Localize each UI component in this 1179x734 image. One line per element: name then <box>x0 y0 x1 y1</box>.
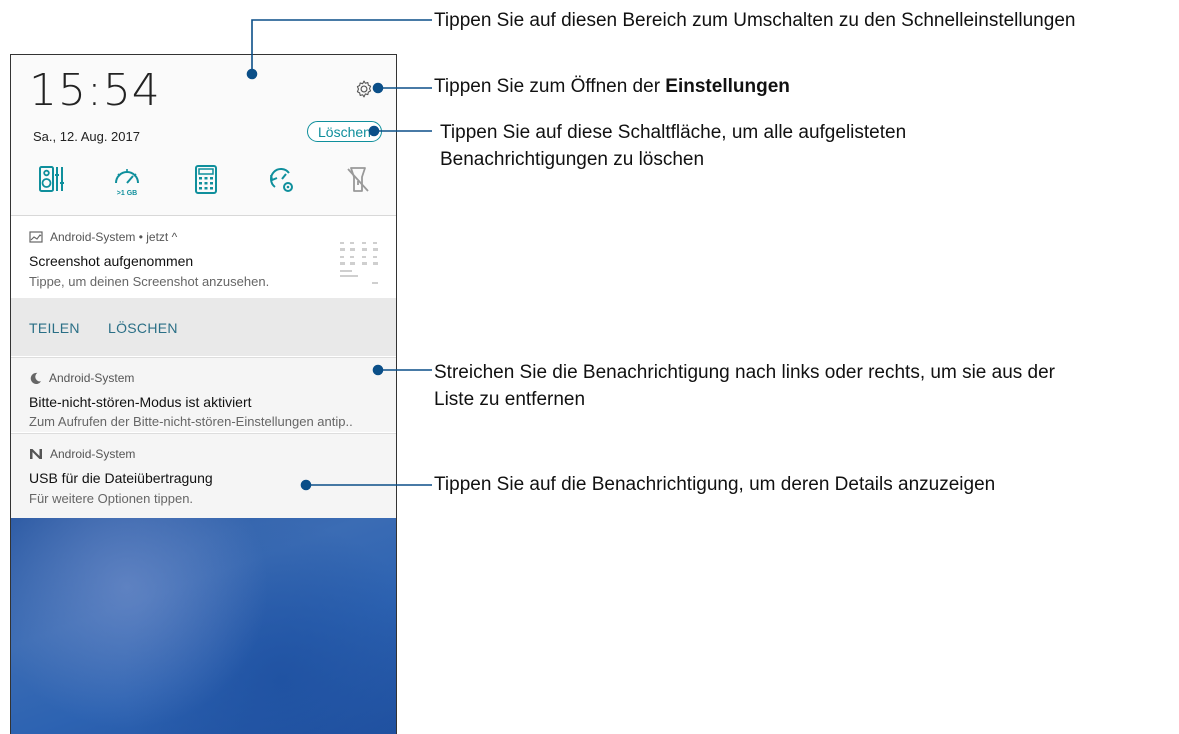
notification-text: Für weitere Optionen tippen. <box>29 491 194 506</box>
clock: 15:54 <box>29 65 161 116</box>
notification-screenshot[interactable]: Android-System • jetzt ^ Screenshot aufg… <box>11 216 396 298</box>
notification-text: Tippe, um deinen Screenshot anzusehen. <box>29 274 270 289</box>
image-icon <box>29 231 43 243</box>
notification-title: Bitte-nicht-stören-Modus ist aktiviert <box>29 394 252 410</box>
notification-title: USB für die Dateiübertragung <box>29 470 213 486</box>
notification-app-name: Android-System <box>50 447 136 461</box>
audio-equalizer-icon[interactable] <box>37 163 67 197</box>
notification-text: Zum Aufrufen der Bitte-nicht-stören-Eins… <box>29 414 353 429</box>
annotation-clear-line2: Benachrichtigungen zu löschen <box>440 149 705 170</box>
boost-memory-icon[interactable]: >1 GB <box>112 163 142 197</box>
notification-actions: TEILEN LÖSCHEN <box>11 298 396 356</box>
wallpaper <box>11 518 396 734</box>
quick-settings-header[interactable]: 15:54 Sa., 12. Aug. 2017 Löschen >1 GB <box>11 55 396 215</box>
power-settings-icon[interactable] <box>267 163 297 197</box>
boost-label: >1 GB <box>117 190 137 197</box>
annotation-settings: Tippen Sie zum Öffnen der Einstellungen <box>434 76 790 97</box>
flashlight-off-icon[interactable] <box>343 163 373 197</box>
annotation-quick-settings: Tippen Sie auf diesen Bereich zum Umscha… <box>434 10 1076 31</box>
notification-title: Screenshot aufgenommen <box>29 253 194 269</box>
n-logo-icon <box>30 449 42 459</box>
annotation-clear-line1: Tippen Sie auf diese Schaltfläche, um al… <box>440 122 907 143</box>
annotation-tap-details: Tippen Sie auf die Benachrichtigung, um … <box>434 474 996 495</box>
moon-icon <box>30 372 42 384</box>
notification-panel: 15:54 Sa., 12. Aug. 2017 Löschen >1 GB A… <box>10 54 397 734</box>
annotation-swipe-line1: Streichen Sie die Benachrichtigung nach … <box>434 362 1056 383</box>
date: Sa., 12. Aug. 2017 <box>33 129 140 144</box>
notification-usb[interactable]: Android-System USB für die Dateiübertrag… <box>11 433 396 518</box>
gear-icon[interactable] <box>354 79 374 99</box>
share-button[interactable]: TEILEN <box>29 320 80 336</box>
delete-button[interactable]: LÖSCHEN <box>108 320 178 336</box>
screenshot-thumbnail <box>336 238 382 288</box>
notification-do-not-disturb[interactable]: Android-System Bitte-nicht-stören-Modus … <box>11 357 396 432</box>
annotation-swipe-line2: Liste zu entfernen <box>434 389 586 410</box>
notification-app-name: Android-System <box>49 371 135 385</box>
notification-app-name: Android-System • jetzt ^ <box>50 230 178 244</box>
calculator-icon[interactable] <box>191 163 221 197</box>
clear-all-button[interactable]: Löschen <box>307 121 382 142</box>
